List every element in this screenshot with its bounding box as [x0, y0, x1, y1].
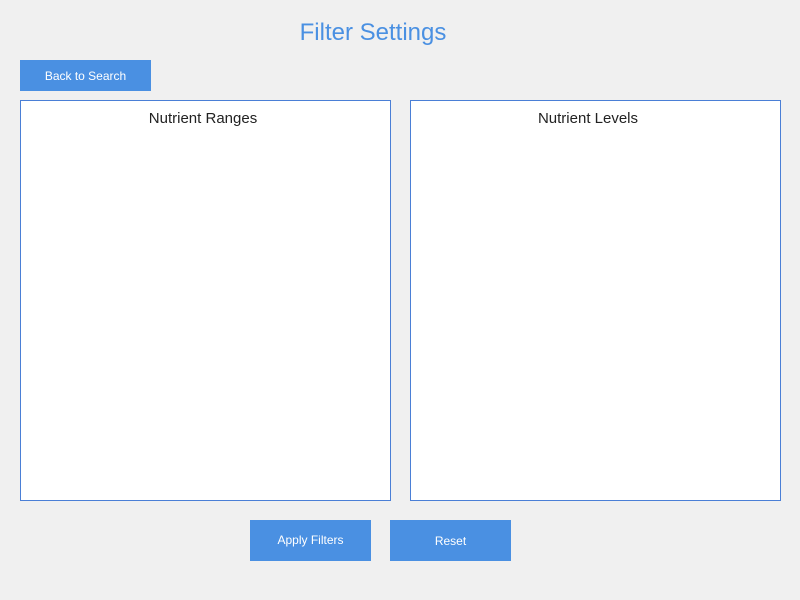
- nutrient-levels-panel: Nutrient Levels: [410, 100, 781, 501]
- page-title: Filter Settings: [299, 19, 447, 46]
- back-to-search-button[interactable]: Back to Search: [20, 60, 151, 91]
- nutrient-ranges-title: Nutrient Ranges: [148, 110, 258, 127]
- reset-button[interactable]: Reset: [390, 520, 511, 561]
- nutrient-levels-title: Nutrient Levels: [537, 110, 639, 127]
- apply-filters-button[interactable]: Apply Filters: [250, 520, 371, 561]
- nutrient-ranges-panel: Nutrient Ranges: [20, 100, 391, 501]
